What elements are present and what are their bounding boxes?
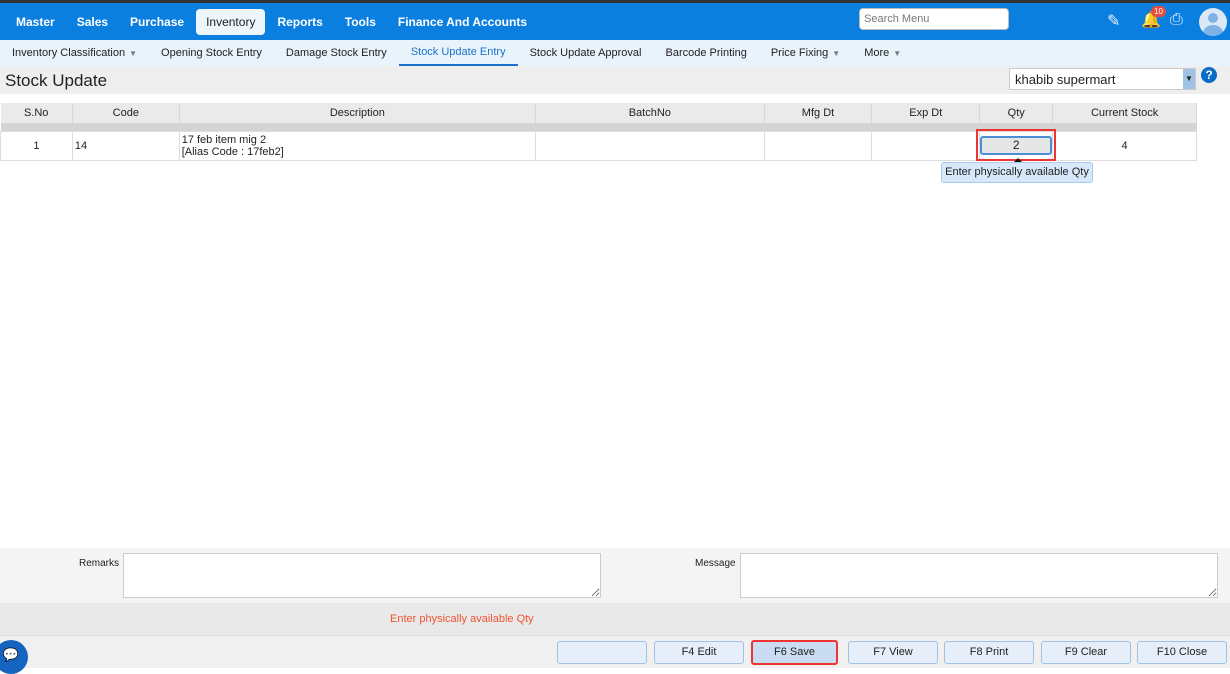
caret-down-icon: ▼ <box>832 48 841 58</box>
branch-select[interactable]: khabib supermart ▼ <box>1009 68 1196 90</box>
subnav-price-fixing[interactable]: Price Fixing ▼ <box>759 40 852 66</box>
cell-current-stock: 4 <box>1052 130 1197 161</box>
col-batchno: BatchNo <box>535 103 765 123</box>
branch-value: khabib supermart <box>1015 72 1116 87</box>
subnav-stock-update-entry[interactable]: Stock Update Entry <box>398 40 518 66</box>
col-description: Description <box>179 103 537 123</box>
cell-mfg[interactable] <box>763 130 873 161</box>
subnav-stock-update-approval[interactable]: Stock Update Approval <box>518 40 654 66</box>
nav-finance[interactable]: Finance And Accounts <box>388 9 537 35</box>
sub-nav: Inventory Classification ▼ Opening Stock … <box>0 40 1230 66</box>
col-sno: S.No <box>0 103 73 123</box>
save-button[interactable]: F6 Save <box>751 640 838 665</box>
subnav-more[interactable]: More ▼ <box>852 40 913 66</box>
nav-inventory[interactable]: Inventory <box>196 8 266 35</box>
alias-code: [Alias Code : 17feb2] <box>181 145 284 158</box>
cell-code: 14 <box>71 130 180 161</box>
remarks-label: Remarks <box>79 558 120 569</box>
cell-exp[interactable] <box>871 130 981 161</box>
message-textarea[interactable] <box>740 553 1218 598</box>
clear-button[interactable]: F9 Clear <box>1041 641 1131 664</box>
col-qty: Qty <box>979 103 1054 123</box>
col-mfg-dt: Mfg Dt <box>764 103 873 123</box>
caret-down-icon: ▼ <box>893 48 902 58</box>
nav-master[interactable]: Master <box>6 9 65 35</box>
message-strip: Enter physically available Qty <box>0 603 1230 636</box>
printer-icon[interactable]: ⎙ <box>1170 11 1183 29</box>
close-button[interactable]: F10 Close <box>1137 641 1227 664</box>
subnav-inventory-classification[interactable]: Inventory Classification ▼ <box>0 40 149 66</box>
user-avatar[interactable] <box>1199 8 1227 36</box>
error-message: Enter physically available Qty <box>390 613 534 625</box>
cell-description: 17 feb item mig 2 [Alias Code : 17feb2] <box>178 130 537 161</box>
chat-icon[interactable]: 💬 <box>0 640 28 674</box>
view-button[interactable]: F7 View <box>848 641 938 664</box>
remarks-textarea[interactable] <box>123 553 601 598</box>
search-menu-input[interactable]: Search Menu <box>859 8 1009 30</box>
help-icon[interactable]: ? <box>1201 67 1217 83</box>
subnav-opening-stock[interactable]: Opening Stock Entry <box>149 40 274 66</box>
qty-tooltip: Enter physically available Qty <box>941 158 1093 183</box>
main-nav: Master Sales Purchase Inventory Reports … <box>0 3 1230 40</box>
notification-badge: 10 <box>1151 6 1166 17</box>
nav-sales[interactable]: Sales <box>67 9 118 35</box>
col-current-stock: Current Stock <box>1052 103 1197 123</box>
cell-batch[interactable] <box>535 130 765 161</box>
subnav-label: Inventory Classification <box>12 47 126 59</box>
nav-reports[interactable]: Reports <box>267 9 332 35</box>
subnav-label: More <box>864 47 890 59</box>
col-code: Code <box>72 103 180 123</box>
dropdown-arrow-icon[interactable]: ▼ <box>1183 69 1195 89</box>
button-bar: 💬 F4 Edit F6 Save F7 View F8 Print F9 Cl… <box>0 636 1230 674</box>
cell-sno: 1 <box>0 130 73 161</box>
subnav-barcode-printing[interactable]: Barcode Printing <box>653 40 758 66</box>
edit-button[interactable]: F4 Edit <box>654 641 744 664</box>
col-exp-dt: Exp Dt <box>871 103 981 123</box>
remarks-section: Remarks Message <box>0 548 1230 603</box>
paint-brush-icon[interactable]: ✎ <box>1107 11 1120 31</box>
message-label: Message <box>695 558 736 569</box>
item-name: 17 feb item mig 2 <box>181 133 267 146</box>
subnav-label: Price Fixing <box>770 47 829 59</box>
qty-highlight <box>976 129 1056 161</box>
nav-tools[interactable]: Tools <box>335 9 386 35</box>
subnav-damage-stock[interactable]: Damage Stock Entry <box>274 40 399 66</box>
page-title: Stock Update <box>5 71 108 90</box>
table-header: S.No Code Description BatchNo Mfg Dt Exp… <box>0 103 1197 123</box>
print-button[interactable]: F8 Print <box>944 641 1034 664</box>
nav-purchase[interactable]: Purchase <box>120 9 194 35</box>
title-bar: Stock Update khabib supermart ▼ ? <box>0 66 1230 94</box>
blank-button[interactable] <box>557 641 647 664</box>
caret-down-icon: ▼ <box>129 48 138 58</box>
